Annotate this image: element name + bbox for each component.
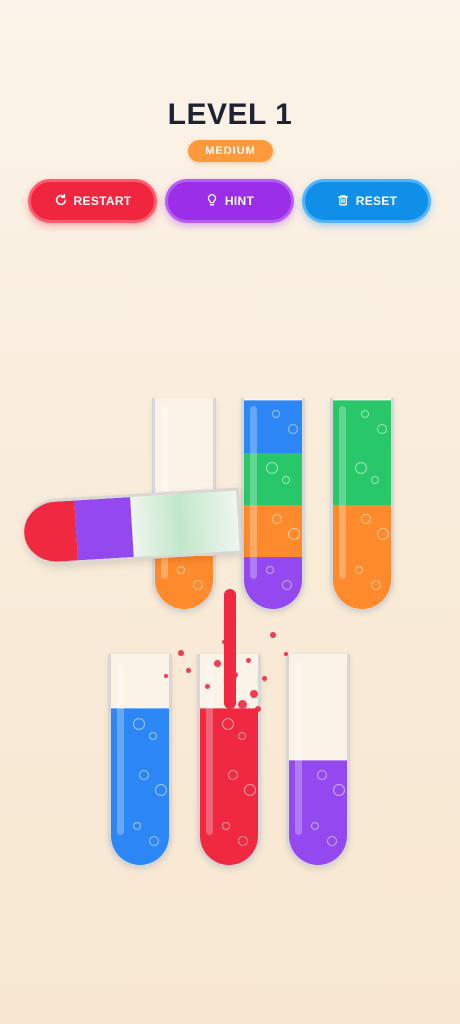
liquid-layer-blue [244, 400, 302, 453]
liquid-layer-green [333, 400, 391, 453]
liquid-layer-blue [111, 708, 169, 761]
restart-icon [54, 193, 68, 210]
liquid-layer-red [200, 812, 258, 865]
droplet [238, 700, 247, 709]
droplet [284, 652, 288, 656]
liquid-layer-purple [289, 760, 347, 813]
held-tube[interactable] [22, 487, 243, 567]
tube-4[interactable] [108, 654, 172, 868]
droplet [270, 632, 276, 638]
lightbulb-icon [205, 193, 219, 210]
liquid-layer-orange [333, 556, 391, 609]
droplet [246, 658, 251, 663]
droplet [186, 668, 191, 673]
trash-icon [336, 193, 350, 210]
liquid-layer-purple [244, 556, 302, 609]
hint-label: HINT [224, 194, 255, 208]
tube-2[interactable] [241, 398, 305, 612]
liquid-layer-purple [289, 812, 347, 865]
restart-button[interactable]: RESTART [28, 179, 157, 223]
droplet [178, 650, 184, 656]
liquid-layer-green [333, 452, 391, 505]
droplet [232, 672, 238, 678]
droplet [164, 674, 168, 678]
reset-button[interactable]: RESET [302, 179, 431, 223]
liquid-layer-red [200, 760, 258, 813]
droplet [262, 676, 267, 681]
pour-stream [224, 589, 236, 709]
held-liquid-purple [74, 497, 134, 561]
held-liquid-red [22, 500, 78, 564]
droplet [255, 706, 261, 712]
droplet [205, 684, 210, 689]
restart-label: RESTART [73, 194, 132, 208]
droplet [250, 690, 258, 698]
held-liquid-green [130, 490, 240, 557]
liquid-layer-green [244, 452, 302, 505]
droplet [222, 640, 226, 644]
difficulty-badge: MEDIUM [188, 140, 273, 162]
droplet [214, 660, 221, 667]
liquid-layer-red [200, 708, 258, 761]
liquid-layer-orange [155, 556, 213, 609]
tube-3[interactable] [330, 398, 394, 612]
hint-button[interactable]: HINT [165, 179, 294, 223]
tube-6[interactable] [286, 654, 350, 868]
liquid-layer-blue [111, 760, 169, 813]
liquid-layer-orange [333, 504, 391, 557]
level-title: LEVEL 1 [167, 98, 293, 131]
reset-label: RESET [355, 194, 398, 208]
liquid-layer-orange [244, 504, 302, 557]
liquid-layer-blue [111, 812, 169, 865]
